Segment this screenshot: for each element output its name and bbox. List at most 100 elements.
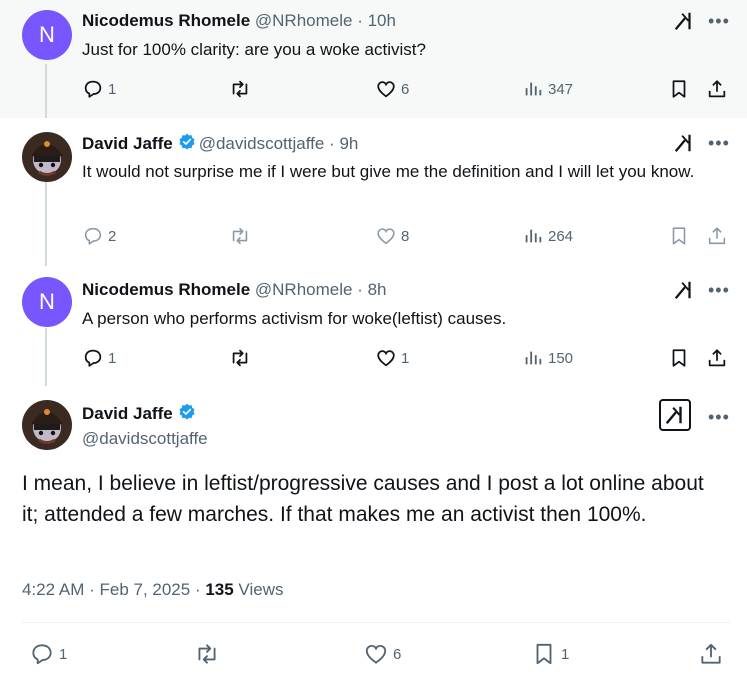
tweet-time[interactable]: 8h [368,280,387,299]
avatar-letter: N [39,22,55,47]
reply-icon [84,349,102,367]
grok-icon[interactable] [673,10,695,32]
reply-button[interactable]: 2 [82,225,116,247]
more-icon[interactable]: ••• [708,408,730,426]
tweet-header: Nicodemus Rhomele @NRhomele · 10h [82,10,396,32]
like-count: 6 [401,80,410,98]
more-icon[interactable]: ••• [708,12,730,30]
bookmark-icon [536,643,552,665]
reply-button[interactable]: 1 [82,347,116,369]
retweet-button[interactable] [228,78,252,100]
views-count: 150 [548,349,574,367]
avatar-letter: N [39,289,55,314]
more-icon[interactable]: ••• [708,281,730,299]
like-count: 6 [393,645,402,663]
share-button[interactable] [706,78,728,100]
views-icon [525,351,542,365]
timestamp[interactable]: 4:22 AM · Feb 7, 2025 · [22,580,205,599]
author-handle[interactable]: @davidscottjaffe [82,428,208,450]
retweet-icon [232,349,248,367]
reply-button[interactable]: 1 [82,78,116,100]
author-name[interactable]: David Jaffe [82,402,199,425]
like-icon [377,228,395,245]
bookmark-button[interactable] [668,347,690,369]
separator: · [352,11,368,30]
share-icon [708,80,726,98]
views-button[interactable]: 150 [522,347,573,369]
views-count: 135 [205,580,234,599]
reply-button[interactable]: 1 [29,641,67,667]
views-count: 347 [548,80,574,98]
like-icon [365,644,387,664]
retweet-icon [232,227,248,245]
separator: · [324,134,340,153]
like-icon [377,350,395,367]
action-bar: 2 8 264 [82,225,732,249]
grok-button[interactable] [659,399,691,431]
avatar-image [22,132,72,182]
tweet-text: A person who performs activism for woke(… [82,309,507,328]
tweet-2[interactable]: David Jaffe @davidscottjaffe · 9h ••• It … [0,118,747,266]
author-handle[interactable]: @NRhomele [255,11,353,30]
retweet-button[interactable] [228,225,252,247]
author-name[interactable]: Nicodemus Rhomele [82,280,250,299]
reply-count: 1 [108,80,117,98]
author-name[interactable]: Nicodemus Rhomele [82,11,250,30]
bookmark-button[interactable]: 1 [531,641,569,667]
share-button[interactable] [698,641,724,667]
tweet-time[interactable]: 10h [368,11,396,30]
tweet-time[interactable]: 9h [339,134,358,153]
bookmark-button[interactable] [668,225,690,247]
bookmark-icon [672,349,686,367]
bookmark-icon [672,80,686,98]
retweet-icon [232,80,248,98]
divider [22,622,730,623]
author-handle[interactable]: @NRhomele [255,280,353,299]
retweet-button[interactable] [193,641,221,667]
tweet-header: Nicodemus Rhomele @NRhomele · 8h [82,279,387,301]
like-button[interactable]: 6 [375,78,409,100]
thread-line [45,182,47,266]
author-handle[interactable]: @davidscottjaffe [199,134,325,153]
author-name[interactable]: David Jaffe [82,134,173,153]
bookmark-icon [672,227,686,245]
tweet-text: I mean, I believe in leftist/progressive… [22,472,704,526]
like-button[interactable]: 1 [375,347,409,369]
views-button[interactable]: 264 [522,225,573,247]
share-icon [708,227,726,245]
share-button[interactable] [706,225,728,247]
avatar[interactable] [22,132,72,182]
bookmark-button[interactable] [668,78,690,100]
reply-icon [84,80,102,98]
grok-icon [665,406,682,425]
like-button[interactable]: 6 [363,641,401,667]
views-icon [525,82,542,96]
share-icon [701,643,721,664]
retweet-icon [198,644,216,664]
views-button[interactable]: 347 [522,78,573,100]
views-label: Views [233,580,284,599]
tweet-header: David Jaffe @davidscottjaffe · 9h [82,132,358,155]
reply-icon [32,644,52,665]
author-name-text: David Jaffe [82,404,173,423]
tweet-1[interactable]: N Nicodemus Rhomele @NRhomele · 10h ••• … [0,0,747,118]
grok-icon[interactable] [673,279,695,301]
share-button[interactable] [706,347,728,369]
action-bar: 1 1 150 [82,347,732,371]
tweet-3[interactable]: N Nicodemus Rhomele @NRhomele · 8h ••• A… [0,266,747,386]
retweet-button[interactable] [228,347,252,369]
grok-icon[interactable] [673,132,695,154]
like-count: 8 [401,227,410,245]
tweet-text: It would not surprise me if I were but g… [82,162,695,181]
avatar[interactable] [22,400,72,450]
reply-count: 1 [108,349,117,367]
more-icon[interactable]: ••• [708,134,730,152]
thread-line [45,328,47,386]
avatar[interactable]: N [22,10,72,60]
avatar[interactable]: N [22,277,72,327]
like-button[interactable]: 8 [375,225,409,247]
reply-icon [84,227,102,245]
bookmark-count: 1 [561,645,570,663]
views-icon [525,229,542,243]
reply-count: 1 [59,645,68,663]
